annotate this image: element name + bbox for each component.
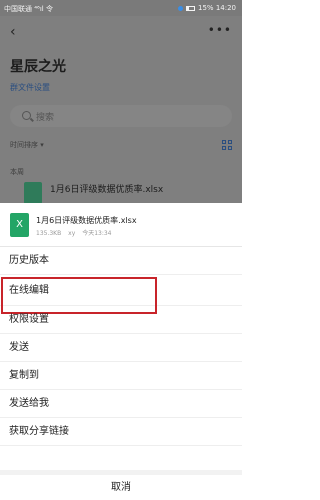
file-owner: xy xyxy=(68,230,76,237)
sort-dropdown[interactable]: 时间排序 ▾ xyxy=(10,140,44,150)
menu-item-online-edit[interactable]: 在线编辑 xyxy=(0,275,242,314)
search-placeholder: 搜索 xyxy=(36,113,55,123)
file-action-sheet: X 1月6日评级数据优质率.xlsx 135.3KB xy 今天13:34 历史… xyxy=(0,203,242,500)
menu-item-history-version[interactable]: 历史版本 xyxy=(0,247,242,275)
status-right: 15% 14:20 xyxy=(176,4,236,12)
excel-file-icon: X xyxy=(10,213,29,237)
more-icon[interactable]: ••• xyxy=(208,23,232,37)
menu-item-send-to-me[interactable]: 发送给我 xyxy=(0,390,242,418)
carrier-signal: 中国联通 ⁴⁶ıl 令 xyxy=(4,5,53,13)
battery-percent: 15% xyxy=(198,4,214,12)
menu-item-send[interactable]: 发送 xyxy=(0,334,242,362)
menu-item-copy-to[interactable]: 复制到 xyxy=(0,362,242,390)
file-time: 今天13:34 xyxy=(82,230,112,237)
group-file-settings-link[interactable]: 群文件设置 xyxy=(10,82,50,93)
file-size: 135.3KB xyxy=(36,230,62,237)
excel-file-icon xyxy=(24,182,42,204)
sheet-file-meta: 135.3KB xy 今天13:34 xyxy=(36,228,116,237)
cancel-button[interactable]: 取消 xyxy=(0,470,242,500)
clock: 14:20 xyxy=(215,4,236,12)
status-bar: 中国联通 ⁴⁶ıl 令 15% 14:20 xyxy=(0,0,242,16)
page-title: 星辰之光 xyxy=(10,59,66,75)
menu-item-permission-settings[interactable]: 权限设置 xyxy=(0,306,242,334)
search-icon xyxy=(22,111,31,120)
sheet-file-header: X 1月6日评级数据优质率.xlsx 135.3KB xy 今天13:34 xyxy=(0,203,242,247)
grid-view-icon[interactable] xyxy=(222,140,232,150)
sheet-file-name: 1月6日评级数据优质率.xlsx xyxy=(36,216,137,225)
action-menu: 历史版本 在线编辑 权限设置 发送 复制到 发送给我 获取分享链接 xyxy=(0,247,242,446)
notification-dot-icon xyxy=(177,5,183,11)
back-arrow-icon[interactable]: ‹ xyxy=(10,24,24,40)
search-bar[interactable]: 搜索 xyxy=(10,105,232,127)
battery-icon xyxy=(185,5,195,11)
file-name: 1月6日评级数据优质率.xlsx xyxy=(50,185,164,195)
menu-item-get-share-link[interactable]: 获取分享链接 xyxy=(0,418,242,446)
section-label-this-week: 本周 xyxy=(10,168,24,176)
